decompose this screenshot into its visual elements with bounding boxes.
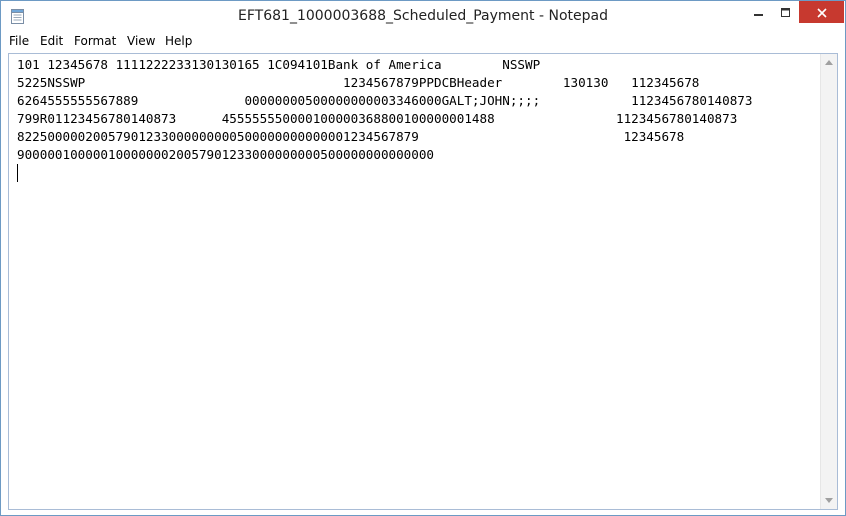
notepad-window: EFT681_1000003688_Scheduled_Payment - No…	[0, 0, 846, 516]
text-line: 799R01123456780140873 455555550000100000…	[17, 111, 738, 126]
text-editor[interactable]: 101 12345678 1111222233130130165 1C09410…	[8, 53, 838, 510]
text-line: 6264555555567889 00000000500000000003346…	[17, 93, 753, 108]
text-line: 9000001000001000000020057901233000000000…	[17, 147, 435, 162]
editor-text-area[interactable]: 101 12345678 1111222233130130165 1C09410…	[9, 54, 821, 509]
minimize-icon	[754, 3, 764, 22]
menu-help[interactable]: Help	[165, 34, 192, 48]
title-bar[interactable]: EFT681_1000003688_Scheduled_Payment - No…	[1, 1, 845, 31]
window-title: EFT681_1000003688_Scheduled_Payment - No…	[238, 8, 608, 24]
vertical-scrollbar[interactable]	[820, 54, 837, 509]
maximize-icon	[781, 3, 791, 22]
menu-file[interactable]: File	[9, 34, 29, 48]
close-button[interactable]	[799, 1, 844, 23]
minimize-button[interactable]	[745, 1, 773, 23]
menu-view[interactable]: View	[127, 34, 155, 48]
text-line: 5225NSSWP 1234567879PPDCBHeader 130130 1…	[17, 75, 700, 90]
text-caret	[17, 164, 18, 182]
menu-edit[interactable]: Edit	[40, 34, 63, 48]
text-line: 101 12345678 1111222233130130165 1C09410…	[17, 57, 541, 72]
scroll-down-arrow-icon[interactable]	[825, 498, 833, 503]
scroll-up-arrow-icon[interactable]	[825, 60, 833, 65]
maximize-button[interactable]	[773, 1, 799, 23]
menu-format[interactable]: Format	[74, 34, 116, 48]
menu-bar: File Edit Format View Help	[1, 31, 845, 51]
text-line: 8225000002005790123300000000050000000000…	[17, 129, 685, 144]
close-icon	[816, 3, 827, 22]
